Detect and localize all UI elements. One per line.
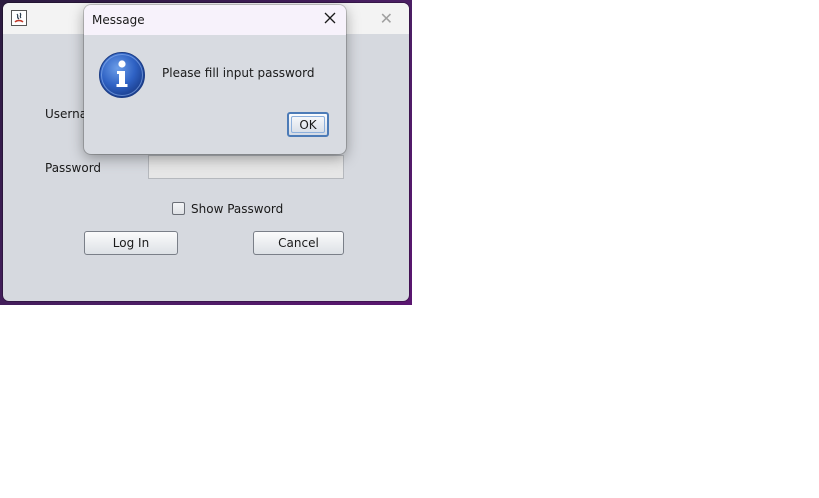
dialog-title: Message xyxy=(92,13,145,27)
login-button[interactable]: Log In xyxy=(84,231,178,255)
information-icon xyxy=(99,52,145,98)
show-password-label[interactable]: Show Password xyxy=(191,202,283,216)
show-password-checkbox[interactable] xyxy=(172,202,185,215)
password-field[interactable] xyxy=(148,155,344,179)
ok-button[interactable]: OK xyxy=(287,112,329,137)
username-label: Userna xyxy=(45,107,88,121)
java-app-icon xyxy=(11,10,27,26)
message-dialog-titlebar[interactable]: Message xyxy=(84,5,346,35)
dialog-close-icon[interactable] xyxy=(322,10,338,26)
login-window-close-icon[interactable]: ✕ xyxy=(380,9,393,28)
dialog-message: Please fill input password xyxy=(162,66,315,80)
cancel-button[interactable]: Cancel xyxy=(253,231,344,255)
message-dialog: Message Please fill input password OK xyxy=(84,5,346,154)
password-label: Password xyxy=(45,161,102,175)
